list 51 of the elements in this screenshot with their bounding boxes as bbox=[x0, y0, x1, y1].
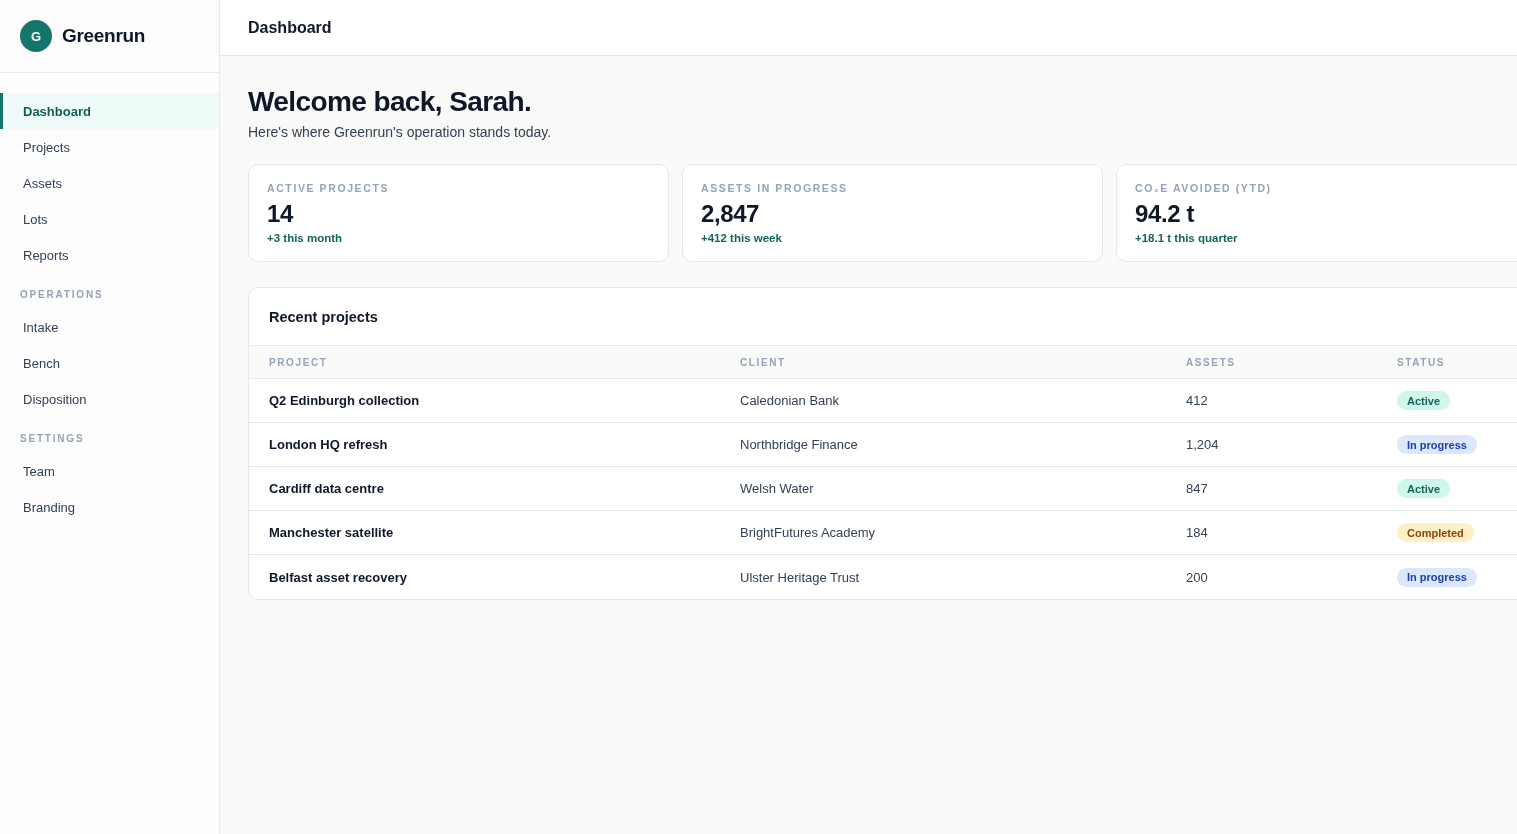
stat-change: +3 this month bbox=[267, 232, 343, 244]
welcome-subtitle: Here's where Greenrun's operation stands today. bbox=[248, 124, 553, 140]
status-badge: In progress bbox=[1397, 567, 1477, 587]
project-name: Cardiff data centre bbox=[269, 481, 384, 496]
nav-item[interactable]: Team bbox=[0, 453, 219, 489]
column-header: CLIENT bbox=[739, 356, 787, 368]
client-name: Welsh Water bbox=[740, 481, 814, 496]
status-badge: In progress bbox=[1397, 435, 1477, 454]
client-name: BrightFutures Academy bbox=[740, 525, 876, 540]
table-title: Recent projects bbox=[269, 308, 378, 325]
column-header: ASSETS bbox=[1185, 356, 1237, 368]
asset-count: 847 bbox=[1186, 481, 1208, 496]
nav-item[interactable]: Intake bbox=[0, 309, 219, 345]
stat-label: ACTIVE PROJECTS bbox=[267, 182, 390, 194]
asset-count: 1,204 bbox=[1186, 437, 1219, 452]
stat-label: CO₂E AVOIDED (YTD) bbox=[1135, 182, 1272, 194]
stat-value: 2,847 bbox=[701, 200, 760, 228]
client-name: Northbridge Finance bbox=[740, 437, 858, 452]
status-badge: Active bbox=[1397, 479, 1451, 498]
nav-item[interactable]: Assets bbox=[0, 165, 219, 201]
section-label: OPERATIONS bbox=[19, 288, 105, 302]
project-name: Manchester satellite bbox=[269, 525, 394, 540]
project-name: Belfast asset recovery bbox=[269, 569, 408, 585]
stat-change: +18.1 t this quarter bbox=[1135, 232, 1238, 244]
stat-value: 14 bbox=[267, 200, 293, 228]
logo-mark: G bbox=[20, 20, 52, 52]
stat-label: ASSETS IN PROGRESS bbox=[701, 182, 848, 194]
nav-item[interactable]: Branding bbox=[0, 489, 219, 525]
nav-item[interactable]: Disposition bbox=[0, 381, 219, 417]
section-label: SETTINGS bbox=[19, 432, 86, 446]
asset-count: 184 bbox=[1186, 525, 1208, 540]
project-name: London HQ refresh bbox=[269, 437, 388, 452]
nav-item[interactable]: Reports bbox=[0, 237, 219, 273]
status-badge: Active bbox=[1397, 391, 1451, 410]
status-badge: Completed bbox=[1397, 523, 1474, 542]
nav-item[interactable]: Bench bbox=[0, 345, 219, 381]
asset-count: 412 bbox=[1186, 393, 1208, 408]
asset-count: 200 bbox=[1186, 569, 1208, 585]
nav-item[interactable]: Lots bbox=[0, 201, 219, 237]
welcome-heading: Welcome back, Sarah. bbox=[248, 86, 533, 118]
column-header: STATUS bbox=[1396, 356, 1447, 368]
project-name: Q2 Edinburgh collection bbox=[269, 393, 420, 408]
stat-change: +412 this week bbox=[701, 232, 782, 244]
column-header: PROJECT bbox=[268, 356, 329, 368]
stat-value: 94.2 t bbox=[1135, 200, 1194, 228]
client-name: Caledonian Bank bbox=[740, 393, 840, 408]
nav-item[interactable]: Dashboard bbox=[0, 93, 219, 129]
client-name: Ulster Heritage Trust bbox=[740, 569, 860, 585]
brand-name: Greenrun bbox=[62, 25, 146, 47]
nav-item[interactable]: Projects bbox=[0, 129, 219, 165]
page-title: Dashboard bbox=[248, 18, 332, 37]
